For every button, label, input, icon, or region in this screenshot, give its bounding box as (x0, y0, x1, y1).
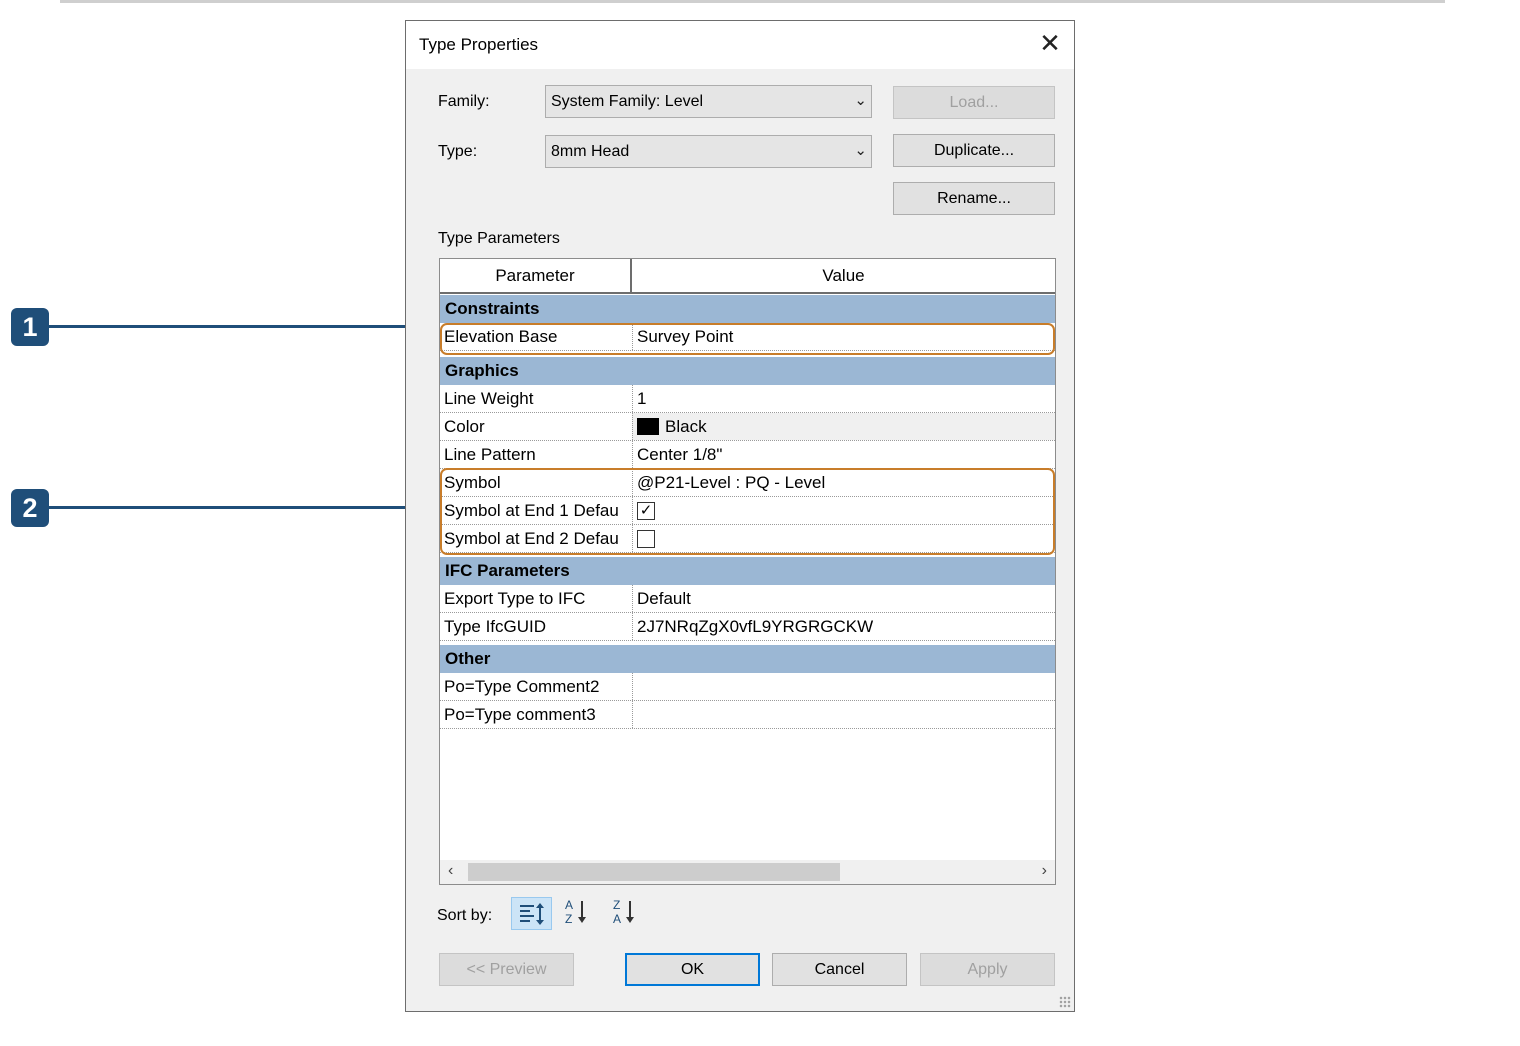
section-name: Graphics (445, 361, 519, 380)
sort-za-glyph: Z (613, 898, 620, 912)
chevron-down-icon: ⌄ (854, 142, 867, 159)
section-row[interactable]: IFC Parameters (440, 557, 1055, 585)
parameter-row[interactable]: Po=Type comment3 (440, 701, 1055, 729)
cancel-button[interactable]: Cancel (772, 953, 907, 986)
type-dropdown[interactable]: 8mm Head ⌄ (545, 135, 872, 168)
section-name: Other (445, 649, 491, 668)
resize-grip-icon[interactable] (1059, 996, 1071, 1008)
parameter-name: Line Weight (444, 389, 534, 408)
type-parameters-label: Type Parameters (438, 230, 560, 247)
sort-by-label: Sort by: (437, 907, 493, 924)
preview-button[interactable]: << Preview (439, 953, 574, 986)
section-name: Constraints (445, 299, 540, 318)
parameter-name: Po=Type comment3 (444, 705, 596, 724)
parameter-name: Po=Type Comment2 (444, 677, 600, 696)
section-row[interactable]: Constraints (440, 295, 1055, 323)
dialog-title: Type Properties (419, 35, 539, 54)
family-label: Family: (438, 93, 490, 110)
highlight-symbol-group (440, 468, 1055, 555)
parameter-row[interactable]: Line Pattern Center 1/8" (440, 441, 1055, 469)
duplicate-button[interactable]: Duplicate... (893, 134, 1055, 167)
callout-line-2 (49, 506, 417, 509)
color-swatch (637, 418, 659, 435)
parameter-row[interactable]: Type IfcGUID 2J7NRqZgX0vfL9YRGRGCKW (440, 613, 1055, 641)
apply-button[interactable]: Apply (920, 953, 1055, 986)
highlight-elevation-base (440, 323, 1055, 355)
ok-button[interactable]: OK (625, 953, 760, 986)
parameter-value-cell[interactable] (632, 673, 1055, 700)
sort-ascending-icon[interactable]: A Z (560, 897, 594, 930)
family-value: System Family: Level (551, 93, 704, 110)
type-label: Type: (438, 143, 478, 160)
sort-za-glyph: A (613, 912, 621, 926)
type-properties-dialog: Type Properties ✕ Family: System Family:… (405, 20, 1075, 1012)
column-header-parameter[interactable]: Parameter (440, 259, 632, 294)
scroll-right-icon[interactable]: › (1042, 862, 1047, 880)
type-parameters-grid: Parameter Value Constraints Elevation Ba… (439, 258, 1056, 885)
title-bar: Type Properties ✕ (406, 21, 1074, 69)
parameter-row[interactable]: Po=Type Comment2 (440, 673, 1055, 701)
rename-button[interactable]: Rename... (893, 182, 1055, 215)
callout-badge-2: 2 (11, 489, 49, 527)
parameter-value-cell[interactable]: Center 1/8" (632, 441, 1055, 468)
parameter-row[interactable]: Color Black (440, 413, 1055, 441)
column-header-value[interactable]: Value (632, 259, 1055, 294)
sort-az-glyph: A (565, 898, 573, 912)
sort-az-glyph: Z (565, 912, 572, 926)
parameter-value: 1 (637, 389, 647, 408)
parameter-value-cell[interactable]: Default (632, 585, 1055, 612)
parameter-value-cell[interactable]: 2J7NRqZgX0vfL9YRGRGCKW (632, 613, 1055, 640)
section-row[interactable]: Other (440, 645, 1055, 673)
sort-grouped-icon[interactable] (511, 897, 552, 930)
parameter-value: 2J7NRqZgX0vfL9YRGRGCKW (637, 617, 874, 636)
section-row[interactable]: Graphics (440, 357, 1055, 385)
callout-badge-1: 1 (11, 308, 49, 346)
parameter-value-cell[interactable]: 1 (632, 385, 1055, 412)
scrollbar-thumb[interactable] (468, 863, 840, 881)
section-name: IFC Parameters (445, 561, 570, 580)
parameter-name: Line Pattern (444, 445, 536, 464)
load-button[interactable]: Load... (893, 86, 1055, 119)
chevron-down-icon: ⌄ (854, 92, 867, 109)
parameter-value-cell[interactable] (632, 701, 1055, 728)
scroll-left-icon[interactable]: ‹ (448, 862, 453, 880)
parameter-value: Center 1/8" (637, 445, 723, 464)
type-value: 8mm Head (551, 143, 630, 160)
parameter-name: Export Type to IFC (444, 589, 586, 608)
parameter-value-cell[interactable]: Black (632, 413, 1055, 440)
parameter-row[interactable]: Line Weight 1 (440, 385, 1055, 413)
family-dropdown[interactable]: System Family: Level ⌄ (545, 85, 872, 118)
sort-descending-icon[interactable]: Z A (608, 897, 642, 930)
close-icon[interactable]: ✕ (1036, 29, 1064, 57)
horizontal-scrollbar[interactable]: ‹ › (440, 860, 1055, 884)
parameter-name: Type IfcGUID (444, 617, 547, 636)
callout-line-1 (49, 325, 417, 328)
parameter-name: Color (444, 417, 485, 436)
top-divider (60, 0, 1445, 3)
parameter-value: Black (665, 417, 707, 436)
parameter-row[interactable]: Export Type to IFC Default (440, 585, 1055, 613)
parameter-value: Default (637, 589, 691, 608)
